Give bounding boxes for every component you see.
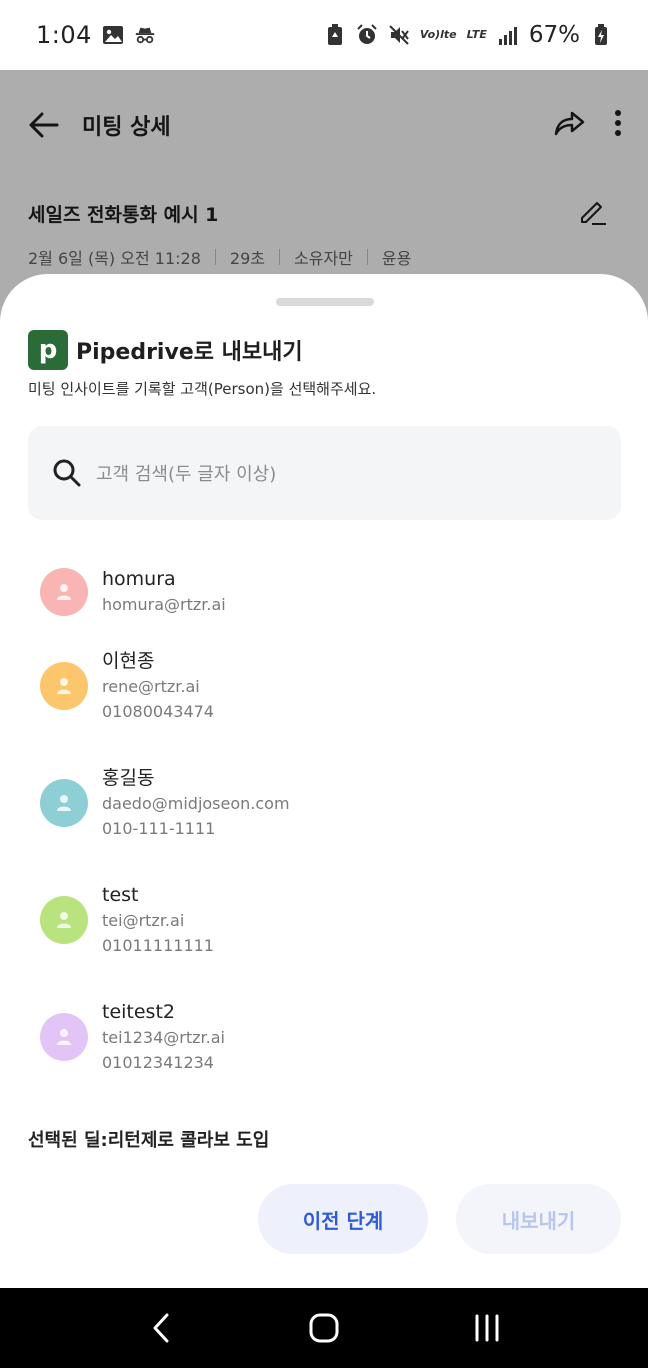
volte-indicator: Vo)lte [419, 28, 457, 41]
search-icon [53, 459, 81, 487]
drag-handle[interactable] [276, 298, 374, 306]
search-placeholder: 고객 검색(두 글자 이상) [96, 464, 277, 485]
contact-info: homura homura@rtzr.ai [102, 566, 226, 617]
status-right: Vo)lte LTE 67% [324, 22, 612, 48]
contact-info: 홍길동 daedo@midjoseon.com 010-111-1111 [102, 765, 290, 841]
sheet-header: p Pipedrive로 내보내기 [28, 330, 303, 370]
sheet-description: 미팅 인사이트를 기록할 고객(Person)을 선택해주세요. [28, 380, 377, 398]
contact-name: teitest2 [102, 1001, 175, 1023]
contact-name: 홍길동 [102, 767, 155, 789]
contact-info: teitest2 tei1234@rtzr.ai 01012341234 [102, 999, 225, 1075]
selected-deal-label: 선택된 딜:리턴제로 콜라보 도입 [28, 1130, 270, 1151]
avatar [40, 779, 88, 827]
list-item[interactable]: homura homura@rtzr.ai [40, 566, 620, 617]
contact-name: test [102, 884, 139, 906]
contact-name: homura [102, 568, 176, 590]
contact-email: tei@rtzr.ai [102, 911, 185, 930]
list-item[interactable]: 이현종 rene@rtzr.ai 01080043474 [40, 648, 620, 724]
contact-email: daedo@midjoseon.com [102, 794, 290, 813]
contact-email: homura@rtzr.ai [102, 595, 226, 614]
signal-icon [497, 24, 519, 46]
battery-charging-icon [590, 24, 612, 46]
pipedrive-logo: p [28, 330, 68, 370]
contact-email: rene@rtzr.ai [102, 677, 200, 696]
contact-info: test tei@rtzr.ai 01011111111 [102, 882, 214, 958]
nav-recents-button[interactable] [457, 1298, 517, 1358]
lte-indicator: LTE [466, 28, 487, 41]
home-icon [309, 1313, 339, 1343]
battery-percent: 67% [528, 22, 580, 48]
contact-info: 이현종 rene@rtzr.ai 01080043474 [102, 648, 214, 724]
contact-phone: 01012341234 [102, 1053, 214, 1072]
nav-home-button[interactable] [294, 1298, 354, 1358]
incognito-icon [134, 24, 156, 46]
previous-step-button[interactable]: 이전 단계 [258, 1184, 428, 1254]
person-icon [57, 795, 71, 811]
avatar [40, 1013, 88, 1061]
list-item[interactable]: test tei@rtzr.ai 01011111111 [40, 882, 620, 958]
chevron-left-icon [153, 1313, 169, 1343]
search-input[interactable]: 고객 검색(두 글자 이상) [28, 426, 621, 520]
person-icon [57, 1029, 71, 1045]
gallery-icon [102, 24, 124, 46]
mute-icon [388, 24, 410, 46]
sheet-title: Pipedrive로 내보내기 [76, 340, 303, 365]
person-icon [57, 912, 71, 928]
contact-email: tei1234@rtzr.ai [102, 1028, 225, 1047]
avatar [40, 567, 88, 616]
contact-phone: 010-111-1111 [102, 819, 216, 838]
recents-icon [475, 1314, 499, 1342]
export-bottom-sheet: p Pipedrive로 내보내기 미팅 인사이트를 기록할 고객(Person… [0, 274, 648, 1288]
nav-back-button[interactable] [131, 1298, 191, 1358]
system-nav-bar [0, 1288, 648, 1368]
status-bar: 1:04 Vo)lte LTE 67% [0, 0, 648, 70]
contact-name: 이현종 [102, 650, 155, 672]
battery-saver-icon [324, 24, 346, 46]
avatar [40, 662, 88, 710]
list-item[interactable]: teitest2 tei1234@rtzr.ai 01012341234 [40, 999, 620, 1075]
person-icon [57, 583, 71, 600]
export-button[interactable]: 내보내기 [456, 1184, 621, 1254]
status-time: 1:04 [36, 21, 92, 49]
avatar [40, 896, 88, 944]
person-icon [57, 678, 71, 694]
contact-phone: 01011111111 [102, 936, 214, 955]
alarm-icon [356, 24, 378, 46]
list-item[interactable]: 홍길동 daedo@midjoseon.com 010-111-1111 [40, 765, 620, 841]
contact-phone: 01080043474 [102, 702, 214, 721]
status-left: 1:04 [36, 21, 156, 49]
